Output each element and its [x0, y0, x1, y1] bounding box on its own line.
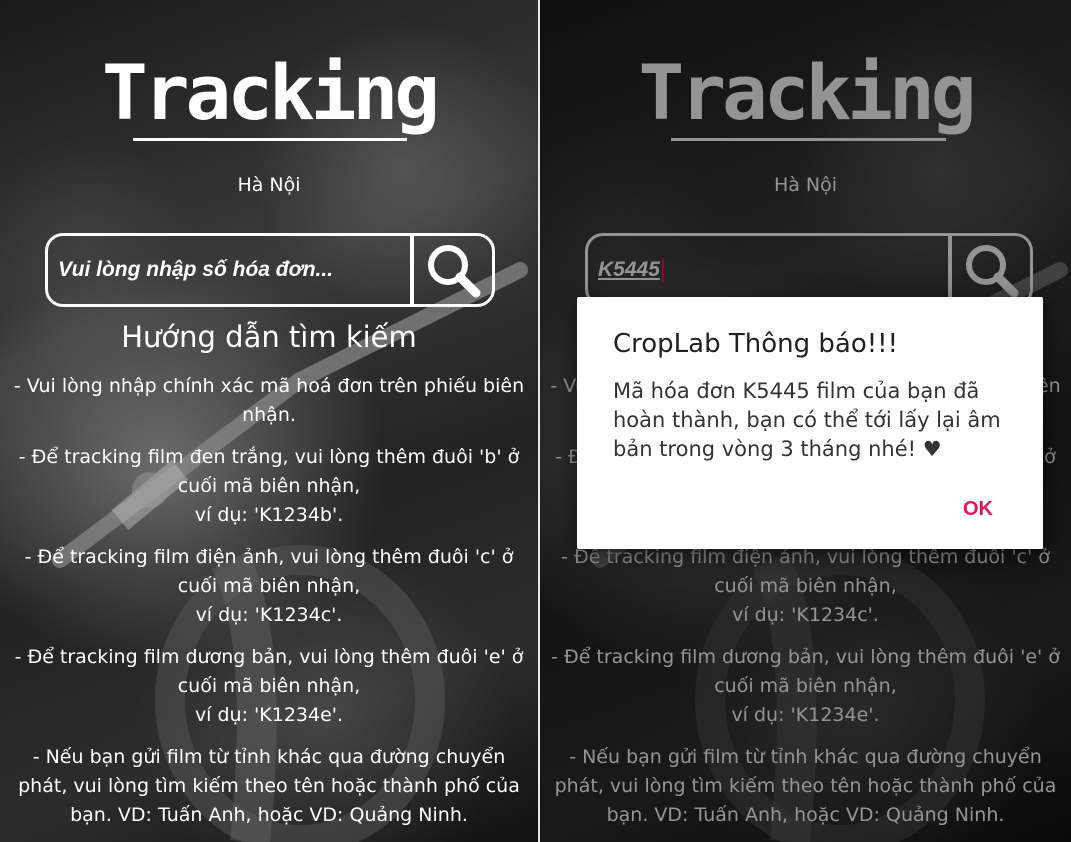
guide-list: - Vui lòng nhập chính xác mã hoá đơn trê…	[8, 372, 530, 842]
search-box: Vui lòng nhập số hóa đơn...	[45, 233, 495, 307]
ok-button[interactable]: OK	[963, 498, 993, 521]
dialog-title: CropLab Thông báo!!!	[613, 329, 898, 359]
screen-search: Tracking Hà Nội Vui lòng nhập số hóa đơn…	[0, 0, 538, 842]
app-title: Tracking	[101, 48, 440, 137]
guide-title: Hướng dẫn tìm kiếm	[121, 320, 417, 354]
guide-item: - Nếu bạn gửi film từ tỉnh khác qua đườn…	[18, 746, 520, 826]
guide-item: - Để tracking film điện ảnh, vui lòng th…	[24, 546, 514, 626]
alert-dialog: CropLab Thông báo!!! Mã hóa đơn K5445 fi…	[577, 297, 1043, 549]
screen-result: Tracking Hà Nội K5445 Hướng dẫn tìm kiếm…	[540, 0, 1071, 842]
search-input[interactable]: Vui lòng nhập số hóa đơn...	[48, 236, 410, 304]
title-underline	[133, 138, 407, 141]
search-button[interactable]	[414, 236, 492, 304]
search-icon	[428, 245, 481, 298]
dialog-message: Mã hóa đơn K5445 film của bạn đã hoàn th…	[613, 379, 1001, 461]
city-label: Hà Nội	[237, 174, 301, 196]
guide-item: - Vui lòng nhập chính xác mã hoá đơn trê…	[13, 375, 525, 426]
guide-item: - Để tracking film đen trắng, vui lòng t…	[18, 446, 520, 526]
guide-item: - Để tracking film dương bản, vui lòng t…	[14, 646, 524, 726]
